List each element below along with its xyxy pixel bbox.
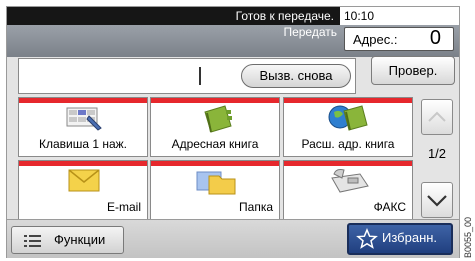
email-button[interactable]: E-mail [18, 160, 148, 220]
scroll-up-button[interactable] [421, 99, 453, 135]
one-touch-key-button[interactable]: Клавиша 1 наж. [18, 97, 148, 157]
chevron-up-icon [428, 111, 446, 122]
favorites-label: Избранн. [382, 230, 438, 245]
tile-label: Расш. адр. книга [301, 137, 395, 151]
tile-label: Адресная книга [171, 137, 259, 151]
chevron-down-icon [427, 195, 447, 207]
title-bar: Передать Адрес.: 0 [7, 25, 459, 57]
status-bar: Готов к передаче. 10:10 [7, 7, 459, 25]
tile-label: E-mail [106, 200, 141, 214]
destination-input[interactable]: Вызв. снова [18, 58, 356, 94]
check-button[interactable]: Провер. [371, 56, 455, 85]
status-time: 10:10 [344, 9, 375, 23]
address-book-icon [199, 104, 237, 139]
fax-button[interactable]: ФАКС [283, 160, 413, 220]
folder-icon [195, 168, 239, 201]
address-count-value: 0 [429, 27, 441, 49]
tile-label: Клавиша 1 наж. [38, 137, 128, 151]
figure-code: B0055_00 [463, 217, 473, 258]
send-screen: Готов к передаче. 10:10 Передать Адрес.:… [6, 6, 460, 258]
ext-address-book-button[interactable]: Расш. адр. книга [283, 97, 413, 157]
address-book-button[interactable]: Адресная книга [150, 97, 280, 157]
text-cursor [199, 67, 201, 85]
tile-label: ФАКС [373, 200, 406, 214]
address-count-label: Адрес.: [353, 32, 398, 47]
svg-text:B0055_00: B0055_00 [463, 217, 473, 258]
one-touch-key-icon [65, 104, 105, 137]
folder-button[interactable]: Папка [150, 160, 280, 220]
star-icon [356, 228, 378, 249]
tile-accent-bar [151, 161, 279, 166]
ext-address-book-icon [326, 103, 370, 138]
scroll-down-button[interactable] [421, 182, 453, 218]
tile-accent-bar [19, 98, 147, 103]
tile-accent-bar [151, 98, 279, 103]
list-menu-icon [24, 235, 41, 247]
status-message: Готов к передаче. [7, 7, 340, 25]
functions-button[interactable]: Функции [11, 226, 124, 254]
functions-label: Функции [54, 232, 106, 247]
tile-accent-bar [19, 161, 147, 166]
fax-machine-icon [326, 166, 372, 201]
bottom-bar: Функции Избранн. [7, 219, 459, 258]
recall-button[interactable]: Вызв. снова [241, 64, 351, 88]
page-indicator: 1/2 [427, 146, 447, 161]
tile-label: Папка [239, 200, 273, 214]
favorites-button[interactable]: Избранн. [347, 223, 453, 255]
address-counter: Адрес.: 0 [344, 27, 454, 51]
page-title: Передать [283, 25, 337, 39]
email-envelope-icon [67, 168, 103, 199]
